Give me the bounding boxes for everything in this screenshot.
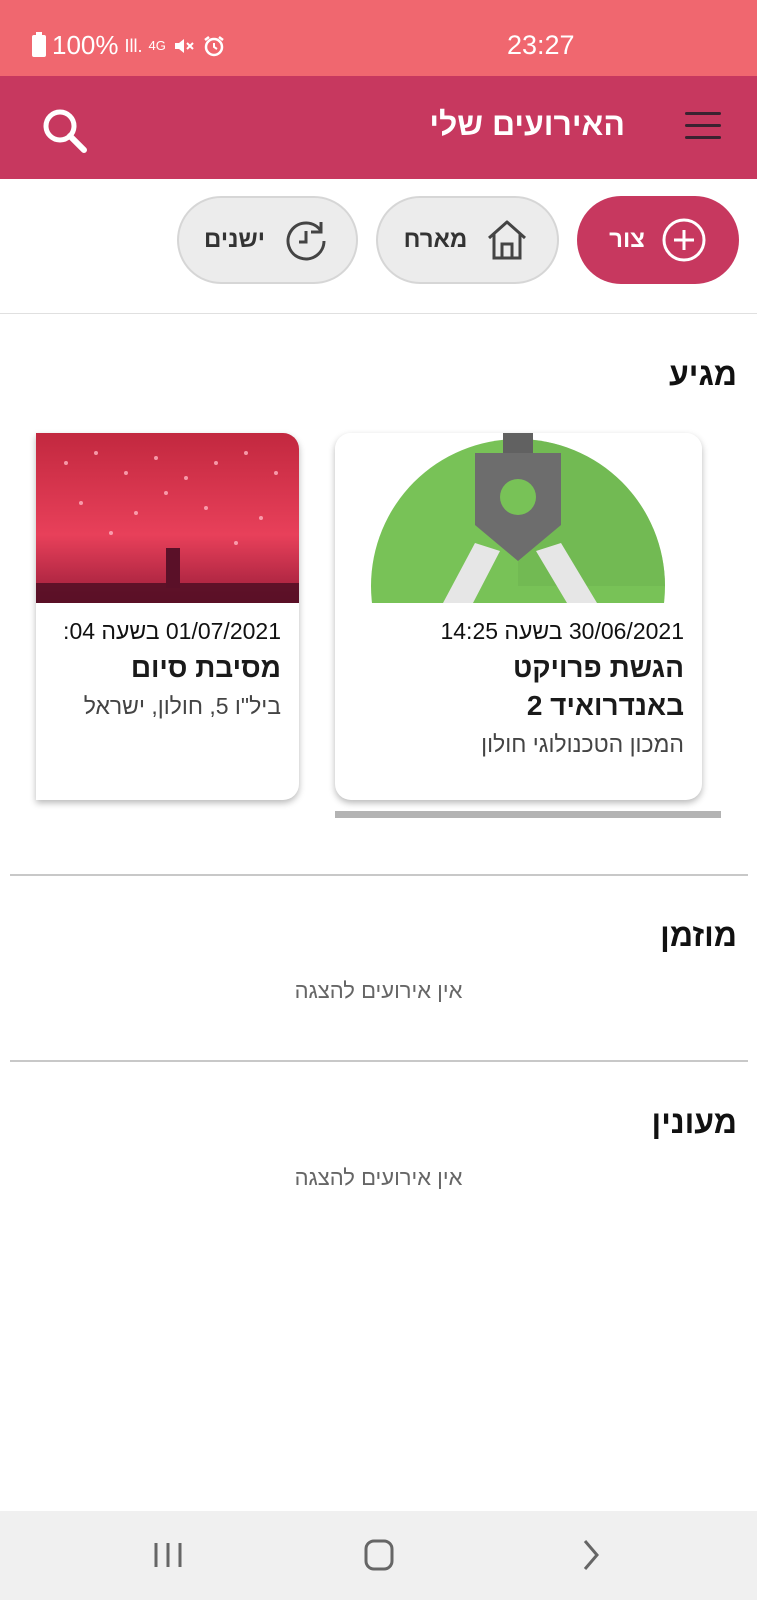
section-title-interested: מעונין [651,1104,737,1140]
create-label: צור [609,226,645,253]
recents-icon[interactable] [143,1533,193,1577]
section-divider [10,1060,748,1062]
event-card[interactable]: 01/07/2021 בשעה 04: מסיבת סיום ביל"ו 5, … [36,433,299,800]
alarm-icon [204,35,224,56]
signal-icon: Ill. [124,35,143,56]
network-icon: 4G [148,38,166,53]
event-card-text: 01/07/2021 בשעה 04: מסיבת סיום ביל"ו 5, … [63,613,281,723]
app-bar: האירועים שלי [0,76,757,179]
status-time: 23:27 [507,30,575,60]
mute-icon [174,38,194,53]
search-icon[interactable] [40,106,90,156]
invited-empty-message: אין אירועים להצגה [294,978,463,1003]
hamburger-menu-icon[interactable] [685,112,723,142]
status-bar: 100% Ill. 4G 23:27 [0,0,757,76]
event-location: ביל"ו 5, חולון, ישראל [83,693,281,719]
back-chevron-icon[interactable] [566,1533,616,1577]
event-title: הגשת פרויקט באנדרואיד 2 [512,652,684,721]
event-title: מסיבת סיום [130,652,281,683]
home-icon [488,220,527,260]
filter-chips: צור מארח ישנים [0,196,757,286]
history-icon [286,221,326,261]
section-title-invited: מוזמן [660,917,737,953]
home-circle-icon[interactable] [354,1533,404,1577]
top-divider [0,313,757,314]
old-filter-button[interactable]: ישנים [177,196,358,284]
system-nav-bar [0,1511,757,1600]
event-location: המכון הטכנולוגי חולון [481,731,684,757]
host-filter-button[interactable]: מארח [376,196,559,284]
status-left: 100% Ill. 4G [32,30,226,61]
fireworks-photo [36,433,299,603]
carousel-scroll-indicator[interactable] [335,811,721,818]
android-studio-logo [335,433,702,603]
page-title: האירועים שלי [429,106,625,142]
battery-level: 100% [52,30,119,60]
section-divider [10,874,748,876]
event-date: 01/07/2021 בשעה 04: [63,618,281,644]
section-title-upcoming: מגיע [669,356,737,392]
event-card-text: 30/06/2021 בשעה 14:25 הגשת פרויקט באנדרו… [440,613,684,761]
plus-circle-icon [662,218,706,262]
create-event-button[interactable]: צור [577,196,739,284]
interested-empty-message: אין אירועים להצגה [294,1165,463,1190]
battery-icon [32,31,46,57]
host-label: מארח [403,226,468,253]
event-date: 30/06/2021 בשעה 14:25 [440,618,684,644]
old-label: ישנים [204,226,265,253]
event-card[interactable]: 30/06/2021 בשעה 14:25 הגשת פרויקט באנדרו… [335,433,702,800]
